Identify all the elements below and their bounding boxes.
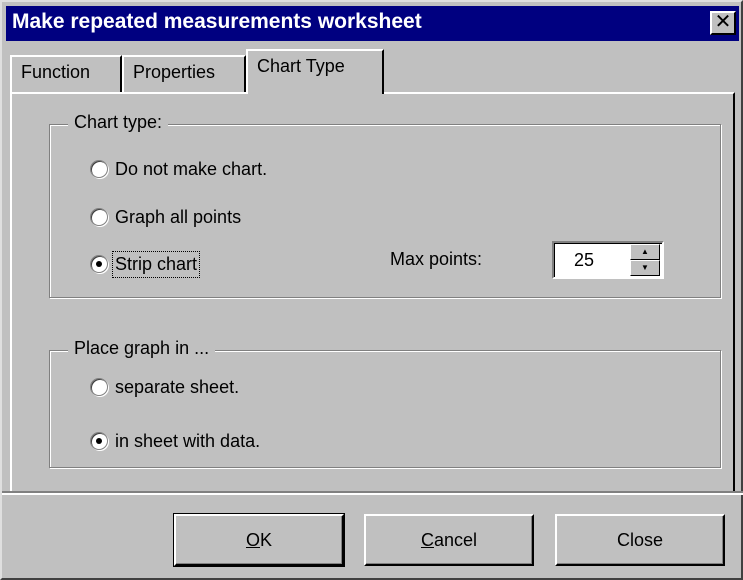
title-bar: Make repeated measurements worksheet ✕ (6, 6, 739, 41)
tab-function-label: Function (21, 62, 91, 82)
radio-button[interactable] (90, 378, 108, 396)
radio-label: Do not make chart. (115, 158, 268, 179)
close-icon[interactable]: ✕ (710, 11, 736, 35)
radio-button-selected[interactable] (90, 432, 108, 450)
radio-label: Strip chart (111, 250, 201, 278)
max-points-value[interactable]: 25 (574, 250, 594, 271)
ok-label-rest: K (260, 530, 273, 550)
spin-up-icon[interactable]: ▲ (630, 244, 660, 260)
tab-chart-type[interactable]: Chart Type (246, 49, 384, 94)
tab-function[interactable]: Function (10, 55, 122, 92)
radio-button[interactable] (90, 208, 108, 226)
place-graph-legend: Place graph in ... (68, 338, 216, 359)
tab-properties-label: Properties (133, 62, 216, 82)
close-button[interactable]: Close (555, 514, 725, 566)
cancel-mnemonic: C (420, 530, 434, 550)
place-graph-group: Place graph in ... separate sheet. in sh… (49, 338, 721, 468)
spin-down-icon[interactable]: ▼ (630, 260, 660, 276)
radio-button-selected[interactable] (90, 255, 108, 273)
radio-strip-chart[interactable]: Strip chart (90, 250, 201, 278)
chart-type-legend: Chart type: (68, 112, 169, 133)
chart-type-group: Chart type: Do not make chart. Graph all… (49, 112, 721, 298)
radio-label: Graph all points (115, 206, 242, 227)
radio-do-not-make-chart[interactable]: Do not make chart. (90, 157, 267, 181)
tab-chart-type-label: Chart Type (257, 56, 345, 76)
tab-panel-chart-type: Chart type: Do not make chart. Graph all… (10, 92, 735, 494)
radio-label: in sheet with data. (115, 430, 261, 451)
close-label: Close (616, 530, 664, 550)
ok-mnemonic: O (245, 530, 260, 550)
tab-properties[interactable]: Properties (122, 55, 246, 92)
radio-separate-sheet[interactable]: separate sheet. (90, 375, 239, 399)
radio-graph-all-points[interactable]: Graph all points (90, 205, 241, 229)
window-title: Make repeated measurements worksheet (12, 10, 422, 33)
separator-highlight (2, 493, 743, 495)
radio-label: separate sheet. (115, 376, 240, 397)
cancel-button[interactable]: Cancel (364, 514, 534, 566)
cancel-label-rest: ancel (433, 530, 478, 550)
radio-button[interactable] (90, 160, 108, 178)
radio-in-sheet-with-data[interactable]: in sheet with data. (90, 429, 260, 453)
dialog-window: Make repeated measurements worksheet ✕ F… (0, 0, 743, 580)
max-points-stepper[interactable]: 25 ▲ ▼ (552, 241, 664, 279)
max-points-label: Max points: (390, 249, 483, 269)
ok-button[interactable]: OK (173, 513, 345, 567)
